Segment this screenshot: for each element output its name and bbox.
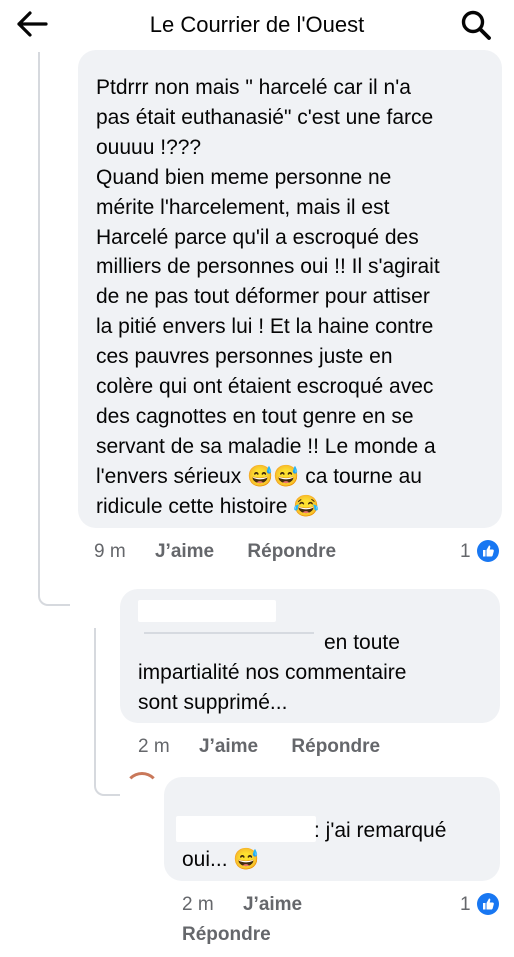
avatar[interactable] — [124, 772, 160, 808]
reaction-count: 1 — [460, 894, 471, 915]
nested-reply-timestamp: 2 m — [182, 894, 214, 915]
reaction-count: 1 — [460, 541, 471, 562]
reply-button[interactable]: Répondre — [291, 736, 380, 758]
redacted-author-name — [138, 600, 276, 622]
reply-text-first-line: en toute — [324, 631, 400, 654]
comment-meta: 9 m J’aime Répondre — [94, 541, 336, 563]
like-reaction-icon — [477, 540, 499, 562]
thread-connector-reply — [94, 628, 120, 796]
redacted-author-name — [176, 816, 316, 842]
search-button[interactable] — [456, 6, 496, 44]
reply-button[interactable]: Répondre — [182, 924, 271, 946]
nested-reply-meta: 2 m J’aime — [182, 894, 302, 916]
nested-reply-text-first-line: : j'ai remarqué — [314, 819, 447, 842]
like-reaction-icon — [477, 893, 499, 915]
comment-timestamp: 9 m — [94, 541, 126, 562]
like-button[interactable]: J’aime — [243, 894, 302, 916]
like-button[interactable]: J’aime — [199, 736, 258, 758]
reply-timestamp: 2 m — [138, 736, 170, 757]
redacted-author-name-underline — [144, 632, 314, 634]
search-icon — [461, 10, 491, 40]
comment-text: Ptdrrr non mais " harcelé car il n'a pas… — [96, 76, 440, 518]
thread-connector — [38, 52, 70, 606]
top-bar: Le Courrier de l'Ouest — [0, 0, 514, 50]
reply-meta: 2 m J’aime Répondre — [138, 736, 380, 758]
nested-reply-text: oui... 😅 — [182, 848, 260, 871]
like-button[interactable]: J’aime — [155, 541, 214, 563]
page-title: Le Courrier de l'Ouest — [149, 12, 365, 37]
reply-text: impartialité nos commentaire sont suppri… — [138, 661, 407, 714]
reply-button[interactable]: Répondre — [247, 541, 336, 563]
